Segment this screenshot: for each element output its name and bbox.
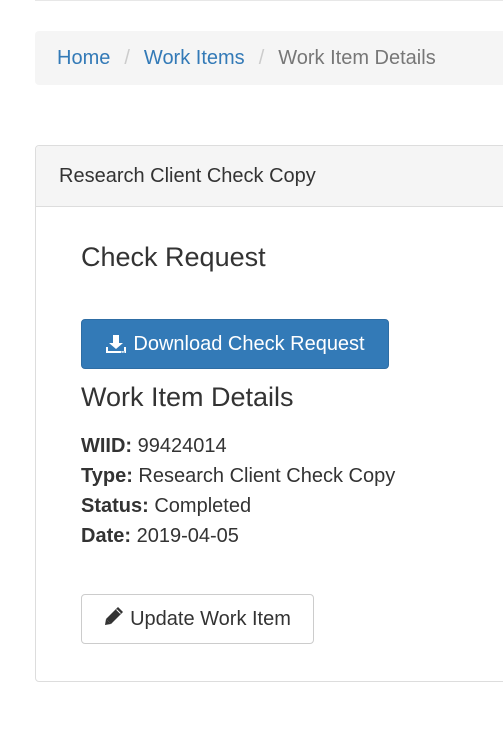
detail-value: Research Client Check Copy [138, 465, 396, 487]
breadcrumb-work-items-link[interactable]: Work Items [144, 47, 245, 70]
breadcrumb-separator: / [258, 46, 265, 69]
download-check-request-button[interactable]: Download Check Request [81, 319, 389, 369]
detail-row-status: Status: Completed [81, 491, 395, 521]
update-work-item-button[interactable]: Update Work Item [81, 594, 314, 644]
breadcrumb-separator: / [124, 46, 130, 69]
detail-value: Completed [154, 495, 252, 517]
work-item-panel: Research Client Check Copy Check Request… [35, 145, 503, 682]
detail-row-type: Type: Research Client Check Copy [81, 461, 395, 491]
download-button-label: Download Check Request [133, 332, 365, 355]
detail-label: Date: [81, 525, 132, 547]
detail-label: WIID: [81, 435, 133, 457]
download-icon [105, 334, 127, 354]
pencil-icon [104, 606, 124, 632]
detail-label: Status: [81, 495, 149, 517]
detail-value: 2019-04-05 [136, 525, 239, 547]
detail-row-wiid: WIID: 99424014 [81, 431, 395, 461]
detail-row-date: Date: 2019-04-05 [81, 521, 395, 551]
detail-value: 99424014 [137, 435, 227, 457]
breadcrumb-current: Work Item Details [278, 46, 436, 69]
breadcrumb: Home / Work Items / Work Item Details [35, 31, 503, 85]
check-request-title: Check Request [81, 242, 266, 272]
details-list: WIID: 99424014 Type: Research Client Che… [81, 431, 395, 551]
update-button-label: Update Work Item [130, 607, 291, 630]
detail-label: Type: [81, 465, 133, 487]
work-item-details-title: Work Item Details [81, 382, 294, 412]
panel-heading: Research Client Check Copy [36, 146, 503, 207]
top-divider [35, 0, 503, 1]
breadcrumb-home-link[interactable]: Home [57, 47, 110, 70]
